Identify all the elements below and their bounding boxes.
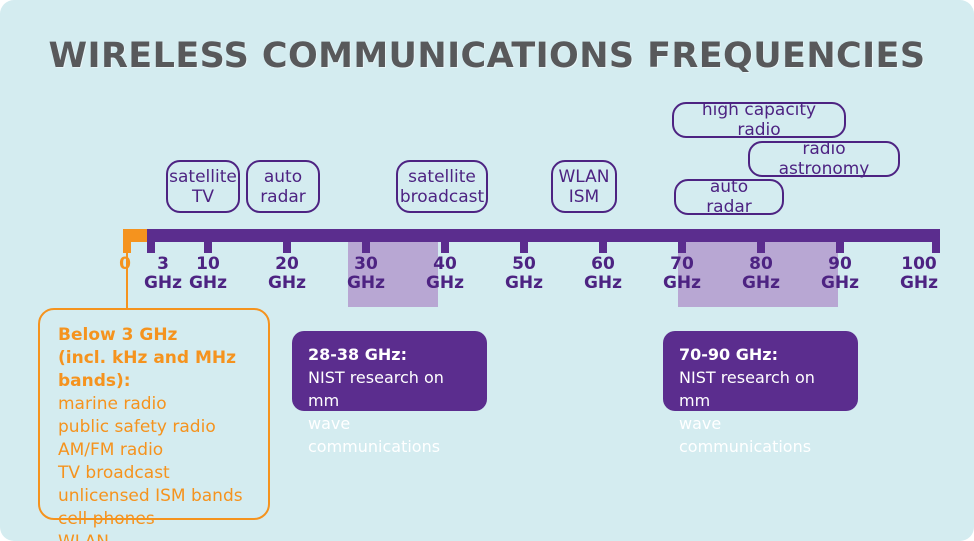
bubble-high-capacity-radio-label: high capacity radio — [701, 100, 817, 140]
axis-tick-30 — [362, 242, 370, 253]
orange-box-connector-line — [126, 242, 128, 310]
list-item: marine radio — [58, 394, 167, 414]
below-3ghz-service-list: marine radio public safety radio AM/FM r… — [58, 393, 252, 541]
axis-label-20: 20 GHz — [252, 255, 322, 293]
axis-label-100: 100 GHz — [884, 255, 954, 293]
nist-callout-28-38ghz: 28-38 GHz: NIST research on mm wave comm… — [292, 331, 487, 456]
nist-callout-70-90ghz-desc-line1: NIST research on mm — [679, 368, 815, 410]
nist-callout-28-38ghz-desc-line2: wave communications — [308, 414, 441, 456]
bubble-satellite-tv-line1: satellite — [169, 166, 237, 187]
bubble-auto-radar-high: auto radar — [674, 177, 784, 217]
axis-label-70: 70 GHz — [647, 255, 717, 293]
axis-label-60-value: 60 — [591, 254, 615, 274]
axis-label-90: 90 GHz — [805, 255, 875, 293]
axis-label-100-unit: GHz — [899, 273, 939, 293]
axis-label-80-value: 80 — [749, 254, 773, 274]
axis-label-90-unit: GHz — [820, 273, 860, 293]
axis-label-60: 60 GHz — [568, 255, 638, 293]
nist-callout-28-38ghz-range: 28-38 GHz: — [308, 345, 407, 364]
axis-tick-80 — [757, 242, 765, 253]
nist-callout-70-90ghz: 70-90 GHz: NIST research on mm wave comm… — [663, 331, 858, 456]
axis-label-50-unit: GHz — [504, 273, 544, 293]
infographic-canvas: WIRELESS COMMUNICATIONS FREQUENCIES 0 3 … — [0, 0, 974, 541]
bubble-auto-radar-low: auto radar — [246, 160, 320, 213]
axis-tick-90 — [836, 242, 844, 253]
below-3ghz-info-box: Below 3 GHz (incl. kHz and MHz bands): m… — [38, 308, 270, 541]
axis-label-50-value: 50 — [512, 254, 536, 274]
bubble-satellite-tv: satellite TV — [166, 160, 240, 213]
bubble-wlan-ism-line2: ISM — [568, 186, 600, 207]
axis-label-3-value: 3 — [157, 254, 169, 274]
bubble-satellite-tv-line2: TV — [191, 186, 214, 207]
list-item: WLAN — [58, 531, 252, 541]
axis-label-30: 30 GHz — [331, 255, 401, 293]
axis-label-60-unit: GHz — [583, 273, 623, 293]
axis-label-30-value: 30 — [354, 254, 378, 274]
list-item: cell phones — [58, 509, 155, 529]
below-3ghz-heading-line2: (incl. kHz and MHz bands): — [58, 348, 237, 391]
axis-label-100-value: 100 — [901, 254, 937, 274]
axis-label-80: 80 GHz — [726, 255, 796, 293]
bubble-wlan-ism-line1: WLAN — [558, 166, 610, 187]
spectrum-bar-main — [147, 229, 940, 242]
bubble-auto-radar-high-label: auto radar — [706, 177, 752, 217]
list-item: TV broadcast — [58, 463, 170, 483]
nist-callout-70-90ghz-desc-line2: wave communications — [679, 414, 812, 456]
axis-label-40: 40 GHz — [410, 255, 480, 293]
bubble-high-capacity-radio: high capacity radio — [672, 100, 846, 140]
axis-tick-70 — [678, 242, 686, 253]
axis-label-70-value: 70 — [670, 254, 694, 274]
axis-tick-60 — [599, 242, 607, 253]
bubble-satellite-broadcast-line2: broadcast — [399, 186, 485, 207]
axis-label-10-unit: GHz — [188, 273, 228, 293]
axis-label-20-unit: GHz — [267, 273, 307, 293]
list-item: unlicensed ISM bands — [58, 486, 243, 506]
axis-label-40-unit: GHz — [425, 273, 465, 293]
axis-tick-100 — [932, 242, 940, 253]
list-item: AM/FM radio — [58, 440, 164, 460]
axis-label-90-value: 90 — [828, 254, 852, 274]
bubble-radio-astronomy-label: radio astronomy — [778, 139, 870, 179]
bubble-radio-astronomy: radio astronomy — [748, 139, 900, 179]
axis-label-70-unit: GHz — [662, 273, 702, 293]
nist-callout-70-90ghz-range: 70-90 GHz: — [679, 345, 778, 364]
axis-label-40-value: 40 — [433, 254, 457, 274]
bubble-auto-radar-low-line1: auto — [263, 166, 303, 187]
axis-label-20-value: 20 — [275, 254, 299, 274]
below-3ghz-heading-line1: Below 3 GHz — [58, 325, 178, 345]
axis-tick-3 — [147, 242, 155, 253]
nist-callout-28-38ghz-desc-line1: NIST research on mm — [308, 368, 444, 410]
axis-label-10-value: 10 — [196, 254, 220, 274]
bubble-satellite-broadcast: satellite broadcast — [396, 160, 488, 213]
axis-label-80-unit: GHz — [741, 273, 781, 293]
axis-label-50: 50 GHz — [489, 255, 559, 293]
axis-label-10: 10 GHz — [173, 255, 243, 293]
bubble-wlan-ism: WLAN ISM — [551, 160, 617, 213]
axis-tick-40 — [441, 242, 449, 253]
axis-tick-10 — [204, 242, 212, 253]
axis-tick-20 — [283, 242, 291, 253]
list-item: public safety radio — [58, 417, 216, 437]
axis-tick-50 — [520, 242, 528, 253]
bubble-auto-radar-low-line2: radar — [260, 186, 306, 207]
axis-label-30-unit: GHz — [346, 273, 386, 293]
bubble-satellite-broadcast-line1: satellite — [408, 166, 476, 187]
